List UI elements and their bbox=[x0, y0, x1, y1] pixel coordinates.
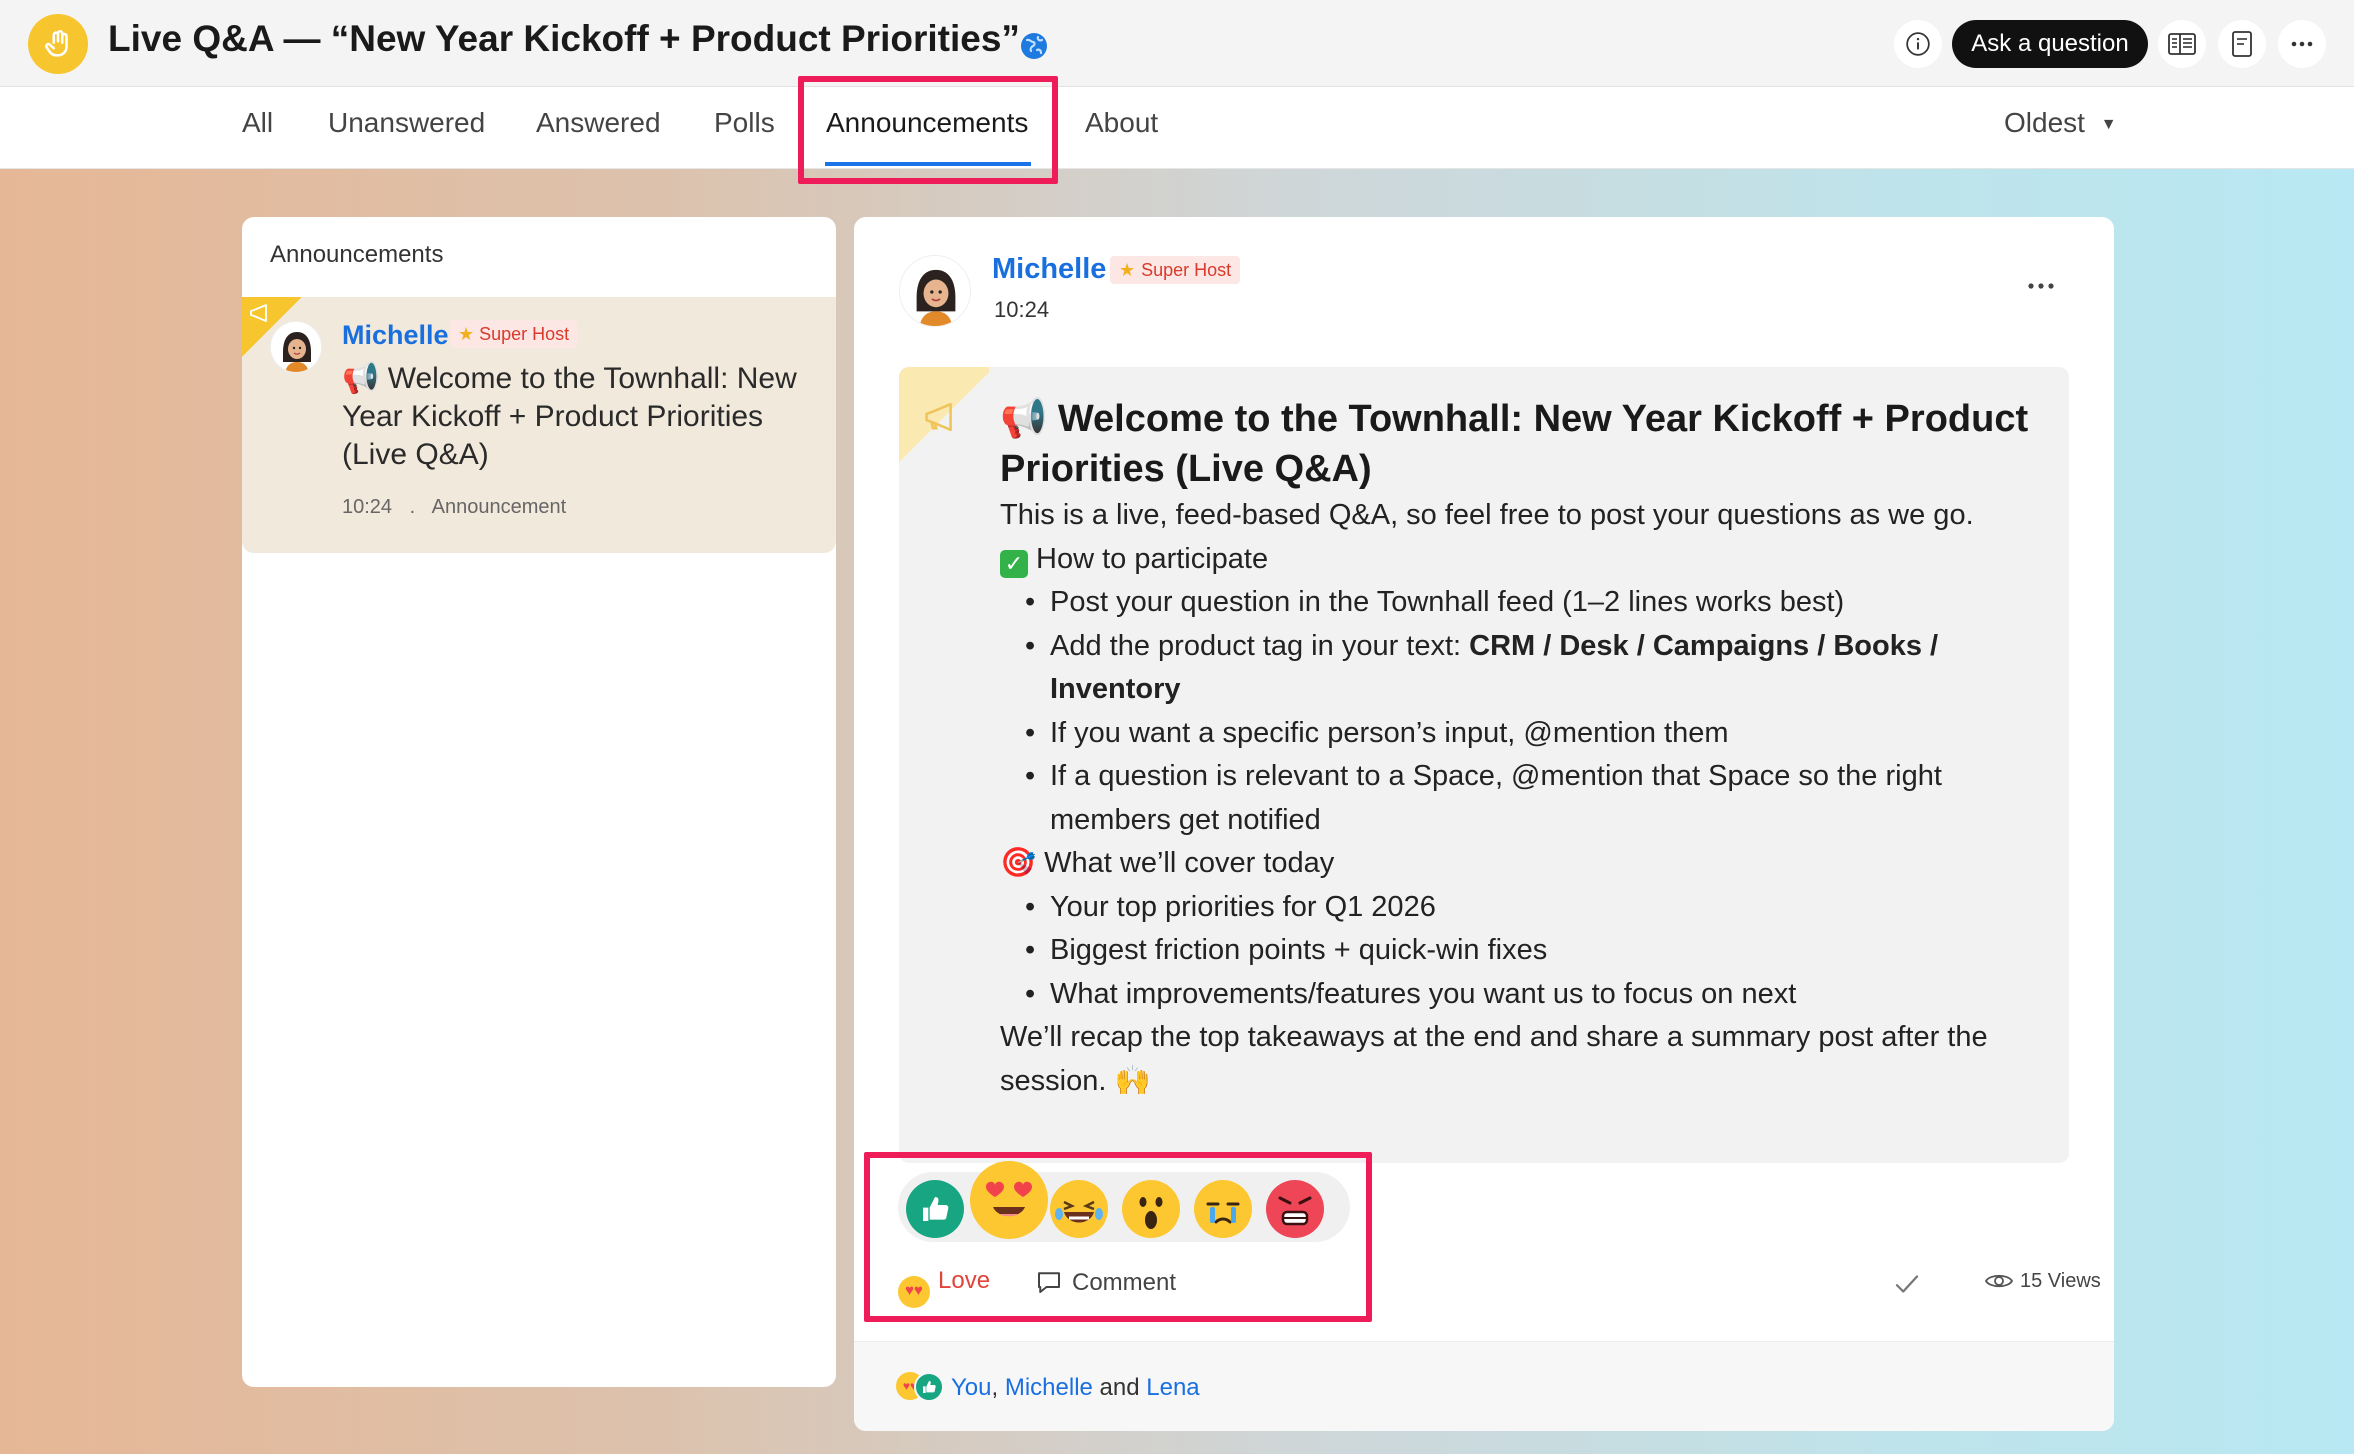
tabs-bar: All Unanswered Answered Polls Announceme… bbox=[0, 87, 2354, 169]
check-mark-icon: ✓ bbox=[1000, 549, 1028, 578]
post-content: 📢 Welcome to the Townhall: New Year Kick… bbox=[1000, 394, 2040, 1103]
tab-polls[interactable]: Polls bbox=[714, 107, 775, 139]
tab-highlight-box bbox=[798, 76, 1058, 184]
list-item: What improvements/features you want us t… bbox=[1025, 973, 2040, 1017]
reactors-text: You, Michelle and Lena bbox=[951, 1374, 1200, 1401]
announcement-preview: 📢 Welcome to the Townhall: New Year Kick… bbox=[342, 362, 797, 471]
list-item: Biggest friction points + quick-win fixe… bbox=[1025, 929, 2040, 973]
thumbs-up-icon bbox=[914, 1372, 944, 1402]
list-item: If a question is relevant to a Space, @m… bbox=[1025, 755, 2040, 842]
page-title: Live Q&A — “New Year Kickoff + Product P… bbox=[108, 18, 1020, 59]
reactor-michelle[interactable]: Michelle bbox=[1005, 1374, 1093, 1401]
hand-icon bbox=[28, 14, 88, 74]
tab-all[interactable]: All bbox=[242, 107, 273, 139]
super-host-badge: ★ Super Host bbox=[1110, 256, 1241, 284]
tab-answered[interactable]: Answered bbox=[536, 107, 661, 139]
announcements-sidebar: Announcements Michelle ★ Super Host 📢 We… bbox=[242, 217, 836, 1387]
views-label: 15 Views bbox=[2020, 1270, 2101, 1292]
more-icon[interactable] bbox=[2278, 20, 2326, 68]
reactor-lena[interactable]: Lena bbox=[1146, 1374, 1199, 1401]
list-item: Add the product tag in your text: CRM / … bbox=[1025, 625, 2040, 712]
participation-list: Post your question in the Townhall feed … bbox=[1000, 581, 2040, 842]
announcement-time: 10:24 bbox=[342, 496, 393, 518]
tab-unanswered[interactable]: Unanswered bbox=[328, 107, 485, 139]
megaphone-icon bbox=[250, 304, 267, 322]
section-heading: 🎯 What we’ll cover today bbox=[1000, 847, 1335, 879]
checkmark-icon[interactable] bbox=[1892, 1269, 1922, 1299]
list-item: Your top priorities for Q1 2026 bbox=[1025, 886, 2040, 930]
section-heading: ✓ How to participate bbox=[1000, 538, 2040, 582]
reactor-you[interactable]: You bbox=[951, 1374, 992, 1401]
caret-down-icon: ▼ bbox=[2100, 116, 2117, 133]
reader-icon[interactable] bbox=[2158, 20, 2206, 68]
sort-dropdown[interactable]: Oldest ▼ bbox=[2004, 107, 2117, 139]
avatar bbox=[899, 255, 971, 327]
post-body: 📢 Welcome to the Townhall: New Year Kick… bbox=[899, 367, 2069, 1163]
star-icon: ★ bbox=[458, 323, 475, 344]
avatar bbox=[270, 321, 322, 373]
app-header: Live Q&A — “New Year Kickoff + Product P… bbox=[0, 0, 2354, 87]
list-item: If you want a specific person’s input, @… bbox=[1025, 712, 2040, 756]
announcement-list-item[interactable]: Michelle ★ Super Host 📢 Welcome to the T… bbox=[242, 297, 836, 553]
reaction-summary-icons: ♥♥ bbox=[894, 1370, 946, 1404]
views-count: 15 Views bbox=[1984, 1270, 2101, 1293]
super-host-badge: ★ Super Host bbox=[450, 320, 578, 348]
author-name[interactable]: Michelle bbox=[992, 253, 1106, 286]
badge-label: Super Host bbox=[479, 323, 570, 344]
megaphone-icon bbox=[925, 402, 952, 432]
ask-question-button[interactable]: Ask a question bbox=[1952, 20, 2148, 68]
topics-list: Your top priorities for Q1 2026 Biggest … bbox=[1000, 886, 2040, 1017]
announcement-type: Announcement bbox=[431, 496, 567, 518]
reactors-strip: ♥♥ You, Michelle and Lena bbox=[854, 1341, 2114, 1431]
tab-about[interactable]: About bbox=[1085, 107, 1158, 139]
info-icon[interactable] bbox=[1894, 20, 1942, 68]
star-icon: ★ bbox=[1119, 259, 1136, 280]
announcement-corner-tag bbox=[899, 367, 989, 467]
sidebar-title: Announcements bbox=[270, 241, 444, 268]
list-item: Post your question in the Townhall feed … bbox=[1025, 581, 2040, 625]
notes-icon[interactable] bbox=[2218, 20, 2266, 68]
reaction-highlight-box bbox=[864, 1152, 1372, 1322]
post-intro: This is a live, feed-based Q&A, so feel … bbox=[1000, 499, 1974, 531]
badge-label: Super Host bbox=[1141, 259, 1232, 280]
post-title: 📢 Welcome to the Townhall: New Year Kick… bbox=[1000, 398, 2029, 490]
post-closing: We’ll recap the top takeaways at the end… bbox=[1000, 1021, 1988, 1097]
meta-separator: . bbox=[409, 496, 416, 518]
post-time: 10:24 bbox=[994, 297, 1050, 322]
globe-icon bbox=[1021, 33, 1047, 59]
eye-icon bbox=[1984, 1274, 2014, 1288]
announcement-meta: 10:24 . Announcement bbox=[342, 496, 566, 519]
sort-label: Oldest bbox=[2004, 107, 2085, 138]
post-more-icon[interactable] bbox=[2027, 265, 2055, 297]
author-name[interactable]: Michelle bbox=[342, 320, 449, 351]
